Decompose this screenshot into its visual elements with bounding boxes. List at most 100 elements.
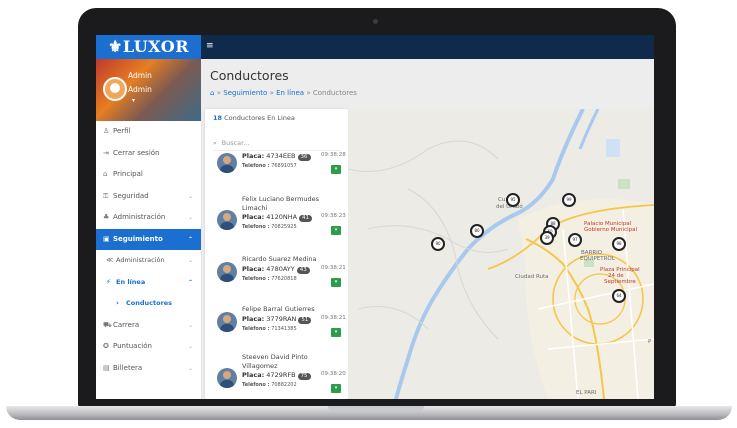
home-icon[interactable]: ⌂ bbox=[210, 89, 214, 97]
breadcrumb-sep: » bbox=[216, 89, 221, 97]
map-label: EL PARI bbox=[576, 390, 597, 396]
search-icon: ⌕ bbox=[213, 139, 217, 147]
sidebar-item-label: Principal bbox=[113, 170, 143, 178]
laptop-notch bbox=[328, 406, 424, 412]
chevron-icon[interactable]: ⌃ bbox=[188, 229, 193, 251]
sidebar-item-seguimiento[interactable]: ▣ Seguimiento ⌃ bbox=[96, 228, 201, 251]
map-view[interactable]: Cuadrodel UrubóPalacio MunicipalGobierno… bbox=[348, 109, 654, 399]
profile-caret-icon[interactable]: ▾ bbox=[132, 97, 135, 104]
driver-map-marker[interactable]: 80 bbox=[470, 224, 484, 238]
star-icon: ✪ bbox=[103, 342, 109, 350]
driver-phone: Teléfono : 71341385 bbox=[242, 326, 297, 332]
driver-name: Ricardo Suarez Medina bbox=[242, 255, 317, 263]
page-header: Conductores ⌂ » Seguimiento » En línea »… bbox=[201, 59, 654, 109]
phone-label: Teléfono : bbox=[242, 382, 270, 388]
online-icon: ⚡ bbox=[106, 277, 111, 286]
map-label: Gobierno Municipal bbox=[584, 227, 637, 233]
driver-action-button[interactable]: ▾ bbox=[331, 278, 341, 287]
profile-name: Admin bbox=[128, 71, 152, 80]
logo-emblem-icon: ⚜ bbox=[107, 37, 123, 56]
breadcrumb-seguimiento[interactable]: Seguimiento bbox=[223, 89, 267, 97]
chevron-icon[interactable]: ⌄ bbox=[188, 358, 193, 380]
plate-value: 4120NHA bbox=[266, 213, 298, 221]
driver-plate: Placa: 4734EEB 36 bbox=[242, 152, 311, 161]
driver-phone: Teléfono : 70882202 bbox=[242, 382, 297, 388]
brand-logo[interactable]: ⚜LUXOR bbox=[96, 35, 201, 59]
driver-time: 09:38:23 bbox=[321, 213, 346, 219]
sidebar-item-seguridad[interactable]: ⚿ Seguridad ⌄ bbox=[96, 186, 201, 208]
breadcrumb-sep: » bbox=[306, 89, 311, 97]
driver-name: Steeven David Pinto Villagomez bbox=[242, 353, 308, 370]
sidebar-item-carrera[interactable]: ⛟Carrera ⌄ bbox=[96, 315, 201, 337]
driver-map-marker[interactable]: 99 bbox=[562, 193, 576, 207]
driver-map-marker[interactable]: 90 bbox=[431, 237, 445, 251]
driver-action-button[interactable]: ▾ bbox=[331, 165, 341, 174]
plate-value: 3779RAN bbox=[266, 315, 297, 323]
search-input[interactable]: Buscar... bbox=[222, 139, 250, 147]
sidebar-item-en-linea[interactable]: ⚡ En línea ⌃ bbox=[96, 272, 201, 294]
chevron-icon[interactable]: ⌄ bbox=[188, 336, 193, 358]
page-title: Conductores bbox=[210, 68, 289, 83]
driver-time: 09:38:21 bbox=[321, 265, 346, 271]
breadcrumb-en-linea[interactable]: En línea bbox=[276, 89, 304, 97]
driver-map-marker[interactable]: 98 bbox=[612, 237, 626, 251]
avatar[interactable] bbox=[103, 77, 127, 101]
sidebar-item-perfil[interactable]: ♙ Perfil bbox=[96, 121, 201, 143]
sidebar-item-label: Seguridad bbox=[113, 191, 149, 200]
driver-action-button[interactable]: ▾ bbox=[331, 384, 341, 393]
driver-avatar bbox=[217, 262, 237, 282]
driver-plate: Placa: 4120NHA 41 bbox=[242, 213, 313, 222]
driver-action-button[interactable]: ▾ bbox=[331, 226, 341, 235]
sidebar-item-cerrar-sesion[interactable]: ⇥ Cerrar sesión bbox=[96, 143, 201, 165]
driver-map-marker[interactable]: 64 bbox=[612, 289, 626, 303]
driver-badge: 41 bbox=[299, 215, 313, 222]
sidebar-item-principal[interactable]: ⌂ Principal bbox=[96, 164, 201, 186]
driver-map-marker[interactable]: 95 bbox=[506, 193, 520, 207]
driver-map-marker[interactable]: 97 bbox=[568, 233, 582, 247]
profile-card: Admin Admin ▾ bbox=[96, 59, 201, 121]
sidebar-menu: ♙ Perfil ⇥ Cerrar sesión ⌂ Principal ⚿ Segurida… bbox=[96, 121, 201, 379]
chevron-icon[interactable]: ⌄ bbox=[188, 207, 193, 229]
hamburger-menu-icon[interactable]: ≡ bbox=[206, 41, 214, 51]
driver-badge: 36 bbox=[297, 154, 311, 161]
sidebar-item-billetera[interactable]: ▤ Billetera ⌄ bbox=[96, 358, 201, 380]
sidebar-item-administracion[interactable]: ♣ Administración ⌄ bbox=[96, 207, 201, 229]
plate-label: Placa: bbox=[242, 371, 265, 379]
key-icon: ⚿ bbox=[103, 191, 109, 200]
sidebar-item-administracion[interactable]: ≪ Administración ⌄ bbox=[96, 250, 201, 272]
phone-label: Teléfono : bbox=[242, 276, 270, 282]
sidebar-item-conductores[interactable]: › Conductores bbox=[96, 293, 201, 315]
chevron-icon[interactable]: ⌄ bbox=[188, 315, 193, 337]
driver-map-marker[interactable]: 39 bbox=[540, 231, 554, 245]
chevron-icon[interactable]: ⌃ bbox=[188, 272, 193, 294]
map-label: Ciudad Ruta bbox=[515, 274, 549, 280]
phone-label: Teléfono : bbox=[242, 224, 270, 230]
phone-label: Teléfono : bbox=[242, 326, 270, 332]
lake-shape bbox=[606, 139, 620, 157]
breadcrumb: ⌂ » Seguimiento » En línea » Conductores bbox=[210, 89, 357, 97]
plate-label: Placa: bbox=[242, 152, 265, 160]
drivers-count: 18 bbox=[213, 114, 223, 122]
plate-label: Placa: bbox=[242, 315, 265, 323]
driver-badge: 43 bbox=[296, 267, 310, 274]
car-icon: ⛟ bbox=[103, 320, 112, 329]
sidebar-item-puntuacion[interactable]: ✪ Puntuación ⌄ bbox=[96, 336, 201, 358]
driver-avatar bbox=[217, 210, 237, 230]
plate-value: 4729RFB bbox=[266, 371, 296, 379]
webcam-icon bbox=[373, 19, 378, 24]
map-label: Septiembre bbox=[604, 279, 636, 285]
topbar: ≡ bbox=[201, 35, 654, 59]
river-branch bbox=[578, 109, 600, 150]
breadcrumb-conductores: Conductores bbox=[312, 89, 357, 97]
driver-name: Felipe Barral Gutierres bbox=[242, 305, 315, 313]
driver-badge: 75 bbox=[297, 373, 311, 380]
driver-avatar bbox=[217, 153, 237, 173]
sidebar-item-label: Billetera bbox=[113, 363, 143, 372]
driver-action-button[interactable]: ▾ bbox=[331, 328, 341, 337]
profile-role[interactable]: Admin bbox=[128, 85, 152, 94]
plate-label: Placa: bbox=[242, 265, 265, 273]
chevron-icon[interactable]: ⌄ bbox=[188, 186, 193, 208]
driver-time: 09:38:21 bbox=[321, 315, 346, 321]
driver-search[interactable]: ⌕ Buscar... bbox=[213, 136, 341, 151]
chevron-icon[interactable]: ⌄ bbox=[188, 250, 193, 272]
